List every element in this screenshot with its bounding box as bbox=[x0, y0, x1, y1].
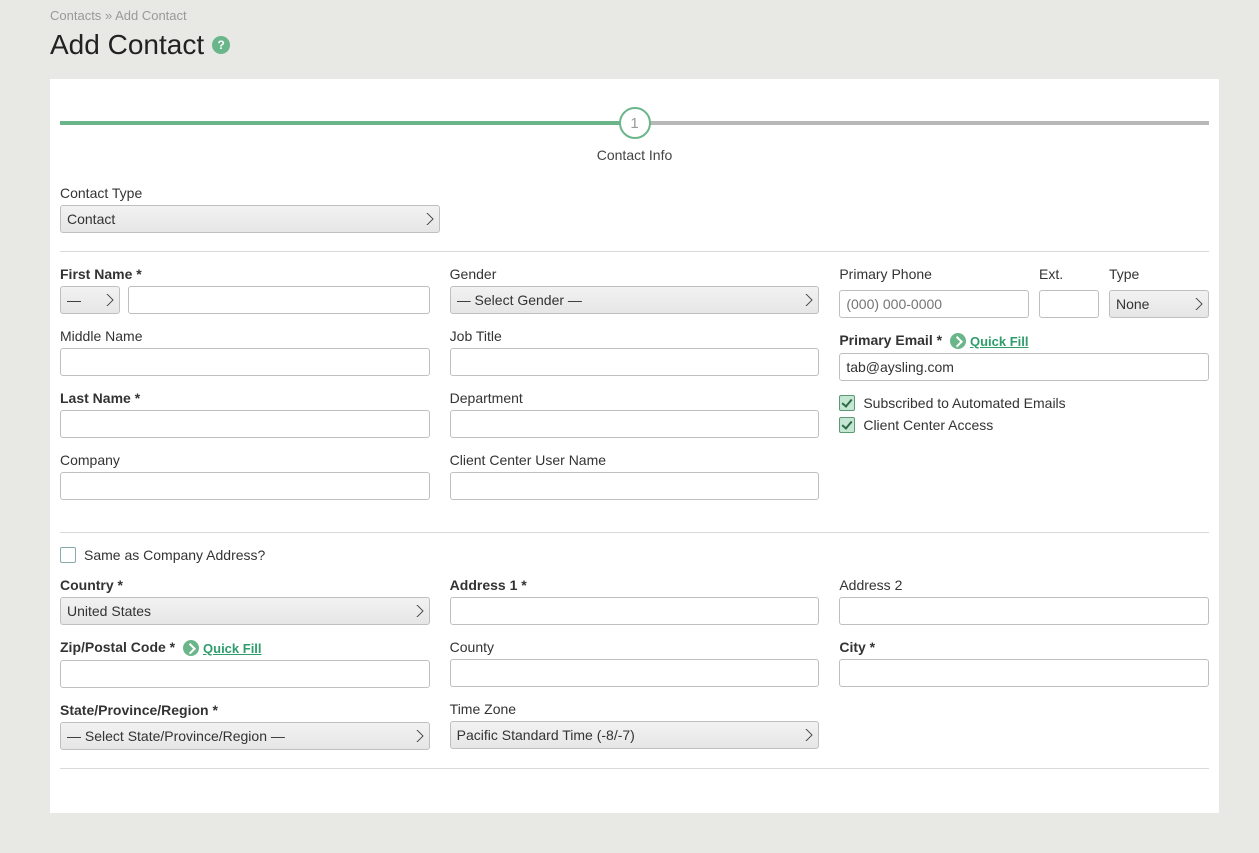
job-title-input[interactable] bbox=[450, 348, 820, 376]
zip-label: Zip/Postal Code * Quick Fill bbox=[60, 639, 430, 656]
department-input[interactable] bbox=[450, 410, 820, 438]
job-title-label: Job Title bbox=[450, 328, 820, 344]
country-label: Country * bbox=[60, 577, 430, 593]
state-select[interactable]: — Select State/Province/Region — bbox=[60, 722, 430, 750]
gender-select[interactable]: — Select Gender — bbox=[450, 286, 820, 314]
zip-quick-fill[interactable]: Quick Fill bbox=[183, 640, 262, 656]
city-input[interactable] bbox=[839, 659, 1209, 687]
step-line-pending bbox=[635, 121, 1210, 125]
client-access-label: Client Center Access bbox=[863, 417, 993, 433]
section-divider bbox=[60, 251, 1209, 252]
contact-type-select[interactable]: Contact bbox=[60, 205, 440, 233]
city-label: City * bbox=[839, 639, 1209, 655]
email-quick-fill[interactable]: Quick Fill bbox=[950, 333, 1029, 349]
phone-type-label: Type bbox=[1109, 266, 1209, 282]
address2-input[interactable] bbox=[839, 597, 1209, 625]
name-prefix-select[interactable]: — bbox=[60, 286, 120, 314]
phone-input[interactable] bbox=[839, 290, 1029, 318]
breadcrumb-current: Add Contact bbox=[115, 8, 187, 23]
first-name-label: First Name * bbox=[60, 266, 430, 282]
timezone-select[interactable]: Pacific Standard Time (-8/-7) bbox=[450, 721, 820, 749]
form-card: 1 Contact Info Contact Type Contact Firs… bbox=[50, 79, 1219, 813]
department-label: Department bbox=[450, 390, 820, 406]
county-label: County bbox=[450, 639, 820, 655]
email-input[interactable] bbox=[839, 353, 1209, 381]
county-input[interactable] bbox=[450, 659, 820, 687]
middle-name-label: Middle Name bbox=[60, 328, 430, 344]
middle-name-input[interactable] bbox=[60, 348, 430, 376]
ext-input[interactable] bbox=[1039, 290, 1099, 318]
phone-label: Primary Phone bbox=[839, 266, 1029, 282]
section-divider bbox=[60, 768, 1209, 769]
stepper: 1 bbox=[60, 107, 1209, 143]
company-label: Company bbox=[60, 452, 430, 468]
breadcrumb-root[interactable]: Contacts bbox=[50, 8, 101, 23]
same-as-company-checkbox[interactable] bbox=[60, 547, 76, 563]
company-input[interactable] bbox=[60, 472, 430, 500]
last-name-label: Last Name * bbox=[60, 390, 430, 406]
address1-input[interactable] bbox=[450, 597, 820, 625]
quick-fill-icon bbox=[183, 640, 199, 656]
timezone-label: Time Zone bbox=[450, 701, 820, 717]
client-access-checkbox[interactable] bbox=[839, 417, 855, 433]
contact-type-label: Contact Type bbox=[60, 185, 440, 201]
ext-label: Ext. bbox=[1039, 266, 1099, 282]
gender-label: Gender bbox=[450, 266, 820, 282]
subscribed-checkbox[interactable] bbox=[839, 395, 855, 411]
address1-label: Address 1 * bbox=[450, 577, 820, 593]
address2-label: Address 2 bbox=[839, 577, 1209, 593]
state-label: State/Province/Region * bbox=[60, 702, 430, 718]
step-label: Contact Info bbox=[60, 147, 1209, 163]
section-divider bbox=[60, 532, 1209, 533]
breadcrumb-sep: » bbox=[105, 8, 112, 23]
client-username-label: Client Center User Name bbox=[450, 452, 820, 468]
step-circle: 1 bbox=[619, 107, 651, 139]
email-label: Primary Email * Quick Fill bbox=[839, 332, 1209, 349]
subscribed-label: Subscribed to Automated Emails bbox=[863, 395, 1065, 411]
phone-type-select[interactable]: None bbox=[1109, 290, 1209, 318]
client-username-input[interactable] bbox=[450, 472, 820, 500]
last-name-input[interactable] bbox=[60, 410, 430, 438]
breadcrumb: Contacts » Add Contact bbox=[50, 8, 1219, 23]
country-select[interactable]: United States bbox=[60, 597, 430, 625]
zip-input[interactable] bbox=[60, 660, 430, 688]
help-icon[interactable]: ? bbox=[212, 36, 230, 54]
quick-fill-icon bbox=[950, 333, 966, 349]
same-as-company-label: Same as Company Address? bbox=[84, 547, 265, 563]
first-name-input[interactable] bbox=[128, 286, 430, 314]
step-line-completed bbox=[60, 121, 635, 125]
page-title: Add Contact bbox=[50, 29, 204, 61]
